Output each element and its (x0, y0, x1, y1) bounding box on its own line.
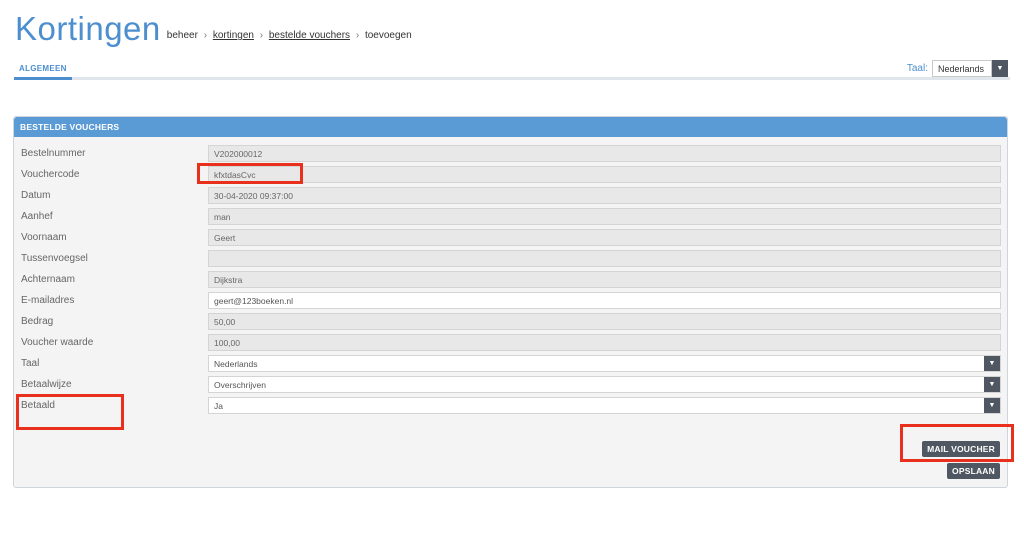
field-label: Taal (21, 358, 40, 369)
form-row: Datum 30-04-2020 09:37:00 (14, 187, 1007, 205)
chevron-down-icon[interactable]: ▼ (984, 356, 1000, 371)
field-value: 30-04-2020 09:37:00 (214, 191, 293, 201)
field-value: Nederlands (214, 359, 258, 369)
field-value: Overschrijven (214, 380, 266, 390)
field-label: Tussenvoegsel (21, 253, 88, 264)
form-row: Bestelnummer V202000012 (14, 145, 1007, 163)
field-label: Bestelnummer (21, 148, 86, 159)
annotation-box-vouchercode (197, 163, 303, 184)
field-input: kfxtdasCvc (208, 166, 1001, 183)
language-label: Taal: (906, 63, 928, 74)
field-label: Bedrag (21, 316, 54, 327)
save-button[interactable]: OPSLAAN (947, 463, 1000, 479)
field-value: V202000012 (214, 149, 263, 159)
field-value: man (214, 212, 231, 222)
page-header: Kortingen beheer › kortingen › bestelde … (15, 10, 412, 48)
field-label: Achternaam (21, 274, 75, 285)
field-label: Voucher waarde (21, 337, 94, 348)
breadcrumb-bestelde-vouchers-link[interactable]: bestelde vouchers (269, 30, 350, 41)
field-input: Geert (208, 229, 1001, 246)
page-title: Kortingen (15, 10, 161, 47)
bestelde-vouchers-panel: BESTELDE VOUCHERS Bestelnummer V202000012… (13, 116, 1008, 488)
form-row: Aanhef man (14, 208, 1007, 226)
field-select[interactable]: Overschrijven ▼ (208, 376, 1001, 393)
form-row: Voornaam Geert (14, 229, 1007, 247)
breadcrumb-separator: › (259, 30, 264, 41)
field-value: geert@123boeken.nl (214, 296, 294, 306)
breadcrumb-home[interactable]: beheer (167, 30, 198, 41)
field-select[interactable]: Nederlands ▼ (208, 355, 1001, 372)
field-value: Geert (214, 233, 236, 243)
field-input: 100,00 (208, 334, 1001, 351)
field-value: Ja (214, 401, 223, 411)
form-row: Vouchercode kfxtdasCvc (14, 166, 1007, 184)
field-label: Aanhef (21, 211, 53, 222)
form-row: Achternaam Dijkstra (14, 271, 1007, 289)
annotation-box-mail-voucher (900, 424, 1014, 462)
field-input: 50,00 (208, 313, 1001, 330)
annotation-box-betaald (16, 394, 124, 430)
form-row: Bedrag 50,00 (14, 313, 1007, 331)
language-select[interactable]: Nederlands (932, 60, 992, 77)
form-row: Betaald Ja ▼ (14, 397, 1007, 415)
field-value: 50,00 (214, 317, 236, 327)
field-input[interactable]: geert@123boeken.nl (208, 292, 1001, 309)
field-input: Dijkstra (208, 271, 1001, 288)
field-input (208, 250, 1001, 267)
tab-bar: ALGEMEEN (14, 62, 1010, 80)
breadcrumb: beheer › kortingen › bestelde vouchers ›… (167, 30, 412, 41)
field-value: Dijkstra (214, 275, 243, 285)
chevron-down-icon[interactable]: ▼ (992, 60, 1008, 77)
field-input: man (208, 208, 1001, 225)
field-label: E-mailadres (21, 295, 75, 306)
field-label: Datum (21, 190, 51, 201)
field-label: Betaalwijze (21, 379, 72, 390)
form-row: Betaalwijze Overschrijven ▼ (14, 376, 1007, 394)
breadcrumb-current: toevoegen (364, 30, 412, 41)
panel-title: BESTELDE VOUCHERS (14, 117, 1007, 137)
form-row: Tussenvoegsel (14, 250, 1007, 268)
field-label: Vouchercode (21, 169, 80, 180)
tab-algemeen[interactable]: ALGEMEEN (14, 61, 72, 80)
field-label: Voornaam (21, 232, 67, 243)
field-value: 100,00 (214, 338, 240, 348)
field-select[interactable]: Ja ▼ (208, 397, 1001, 414)
field-input: 30-04-2020 09:37:00 (208, 187, 1001, 204)
form-row: Taal Nederlands ▼ (14, 355, 1007, 373)
chevron-down-icon[interactable]: ▼ (984, 377, 1000, 392)
breadcrumb-separator: › (203, 30, 208, 41)
form-row: E-mailadres geert@123boeken.nl (14, 292, 1007, 310)
chevron-down-icon[interactable]: ▼ (984, 398, 1000, 413)
breadcrumb-separator: › (355, 30, 360, 41)
breadcrumb-kortingen-link[interactable]: kortingen (213, 30, 254, 41)
form-row: Voucher waarde 100,00 (14, 334, 1007, 352)
field-input: V202000012 (208, 145, 1001, 162)
language-switcher: Taal: Nederlands ▼ (907, 60, 1008, 77)
